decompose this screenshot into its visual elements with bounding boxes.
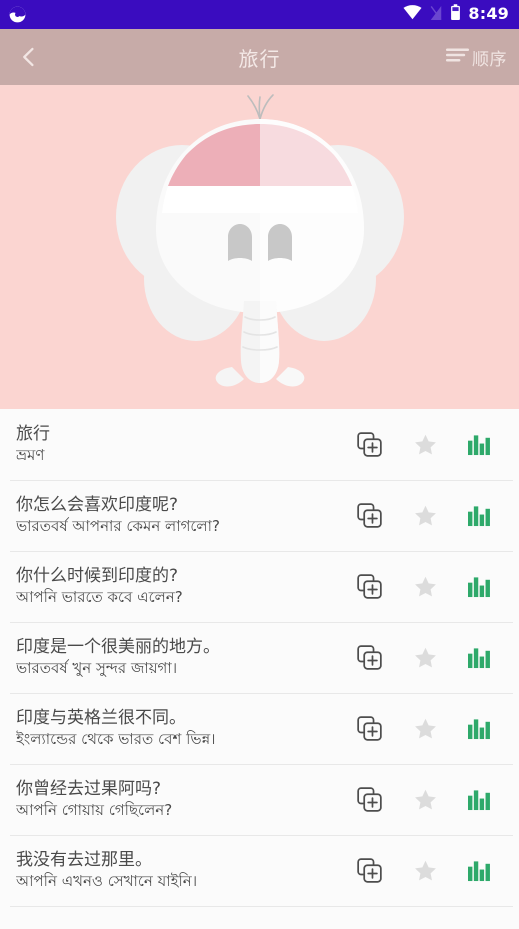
- app-swirl-logo-icon: [8, 5, 27, 24]
- list-item-secondary: আপনি গোয়ায় গেছিলেন?: [16, 800, 173, 819]
- play-audio-bars-icon[interactable]: [453, 774, 505, 826]
- sort-lines-icon: [445, 45, 470, 69]
- list-item-secondary: আপনি এখনও সেখানে যাইনি।: [16, 871, 198, 890]
- list-item-actions: [343, 419, 505, 471]
- list-item-texts: 印度与英格兰很不同。 ইংল্যান্ডের থেকে ভারত বেশ ভিন…: [16, 708, 343, 748]
- list-item[interactable]: 印度是一个很美丽的地方。 ভারতবর্ষ খুন সুন্দর জায়গা।: [0, 622, 519, 693]
- list-item-actions: [343, 845, 505, 897]
- add-to-list-icon[interactable]: [343, 419, 395, 471]
- play-audio-bars-icon[interactable]: [453, 916, 505, 929]
- wifi-icon: [403, 5, 422, 24]
- battery-icon: [450, 4, 461, 25]
- play-audio-bars-icon[interactable]: [453, 561, 505, 613]
- list-item-secondary: ইংল্যান্ডের থেকে ভারত বেশ ভিন্ন।: [16, 729, 216, 748]
- list-item-actions: [343, 916, 505, 929]
- list-item-actions: [343, 703, 505, 755]
- favorite-star-icon[interactable]: [399, 703, 451, 755]
- add-to-list-icon[interactable]: [343, 916, 395, 929]
- sort-order-label: 顺序: [472, 49, 507, 70]
- add-to-list-icon[interactable]: [343, 561, 395, 613]
- elephant-illustration: [100, 85, 420, 409]
- status-bar-indicators: 8:49: [403, 4, 509, 25]
- favorite-star-icon[interactable]: [399, 561, 451, 613]
- add-to-list-icon[interactable]: [343, 703, 395, 755]
- add-to-list-icon[interactable]: [343, 490, 395, 542]
- list-item-primary: 印度是一个很美丽的地方。: [16, 637, 220, 658]
- list-item-actions: [343, 774, 505, 826]
- hero-banner: [0, 85, 519, 409]
- back-chevron-icon[interactable]: [6, 34, 52, 80]
- favorite-star-icon[interactable]: [399, 490, 451, 542]
- play-audio-bars-icon[interactable]: [453, 703, 505, 755]
- favorite-star-icon[interactable]: [399, 916, 451, 929]
- list-item[interactable]: 印度与英格兰很不同。 ইংল্যান্ডের থেকে ভারত বেশ ভিন…: [0, 693, 519, 764]
- list-item-actions: [343, 561, 505, 613]
- list-item[interactable]: 你什么时候到印度的? আপনি ভারতে কবে এলেন?: [0, 551, 519, 622]
- list-item-texts: 你什么时候到印度的? আপনি ভারতে কবে এলেন?: [16, 566, 343, 606]
- sort-order-button[interactable]: 顺序: [439, 41, 507, 74]
- favorite-star-icon[interactable]: [399, 632, 451, 684]
- add-to-list-icon[interactable]: [343, 774, 395, 826]
- signal-no-sim-icon: [429, 5, 443, 25]
- list-item-primary: 印度与英格兰很不同。: [16, 708, 186, 729]
- favorite-star-icon[interactable]: [399, 845, 451, 897]
- list-item-primary: 你什么时候到印度的?: [16, 566, 179, 587]
- list-item-actions: [343, 490, 505, 542]
- list-item-primary: 我没有去过那里。: [16, 850, 152, 871]
- play-audio-bars-icon[interactable]: [453, 419, 505, 471]
- status-bar: 8:49: [0, 0, 519, 29]
- list-item-texts: 我没有去过那里。 আপনি এখনও সেখানে যাইনি।: [16, 850, 343, 890]
- list-item-actions: [343, 632, 505, 684]
- add-to-list-icon[interactable]: [343, 632, 395, 684]
- list-item[interactable]: 你怎么会喜欢印度呢? ভারতবর্ষ আপনার কেমন লাগলো?: [0, 480, 519, 551]
- list-item[interactable]: 我没有去过那里。 আপনি এখনও সেখানে যাইনি।: [0, 835, 519, 906]
- favorite-star-icon[interactable]: [399, 774, 451, 826]
- list-item-texts: 你怎么会喜欢印度呢? ভারতবর্ষ আপনার কেমন লাগলো?: [16, 495, 343, 535]
- list-item-secondary: ভারতবর্ষ খুন সুন্দর জায়গা।: [16, 658, 178, 677]
- add-to-list-icon[interactable]: [343, 845, 395, 897]
- list-item-primary: 你怎么会喜欢印度呢?: [16, 495, 179, 516]
- play-audio-bars-icon[interactable]: [453, 490, 505, 542]
- list-item-texts: 你曾经去过果阿吗? আপনি গোয়ায় গেছিলেন?: [16, 779, 343, 819]
- status-bar-clock: 8:49: [468, 4, 509, 23]
- list-item-secondary: ভ্রমণ: [16, 445, 45, 464]
- list-item[interactable]: 我去过那里一次。: [0, 906, 519, 929]
- favorite-star-icon[interactable]: [399, 419, 451, 471]
- list-item-primary: 旅行: [16, 424, 50, 445]
- list-item-primary: 你曾经去过果阿吗?: [16, 779, 162, 800]
- app-root: 8:49 旅行 顺序 旅行 ভ্রমণ 你怎么会喜欢印度呢? ভারতবর্ষ …: [0, 0, 519, 929]
- play-audio-bars-icon[interactable]: [453, 845, 505, 897]
- list-item[interactable]: 你曾经去过果阿吗? আপনি গোয়ায় গেছিলেন?: [0, 764, 519, 835]
- list-item-texts: 旅行 ভ্রমণ: [16, 424, 343, 464]
- toolbar: 旅行 顺序: [0, 29, 519, 85]
- list-item-texts: 印度是一个很美丽的地方。 ভারতবর্ষ খুন সুন্দর জায়গা।: [16, 637, 343, 677]
- list-item-secondary: ভারতবর্ষ আপনার কেমন লাগলো?: [16, 516, 220, 535]
- list-item-secondary: আপনি ভারতে কবে এলেন?: [16, 587, 183, 606]
- play-audio-bars-icon[interactable]: [453, 632, 505, 684]
- phrase-list: 旅行 ভ্রমণ 你怎么会喜欢印度呢? ভারতবর্ষ আপনার কেমন …: [0, 409, 519, 929]
- list-item[interactable]: 旅行 ভ্রমণ: [0, 409, 519, 480]
